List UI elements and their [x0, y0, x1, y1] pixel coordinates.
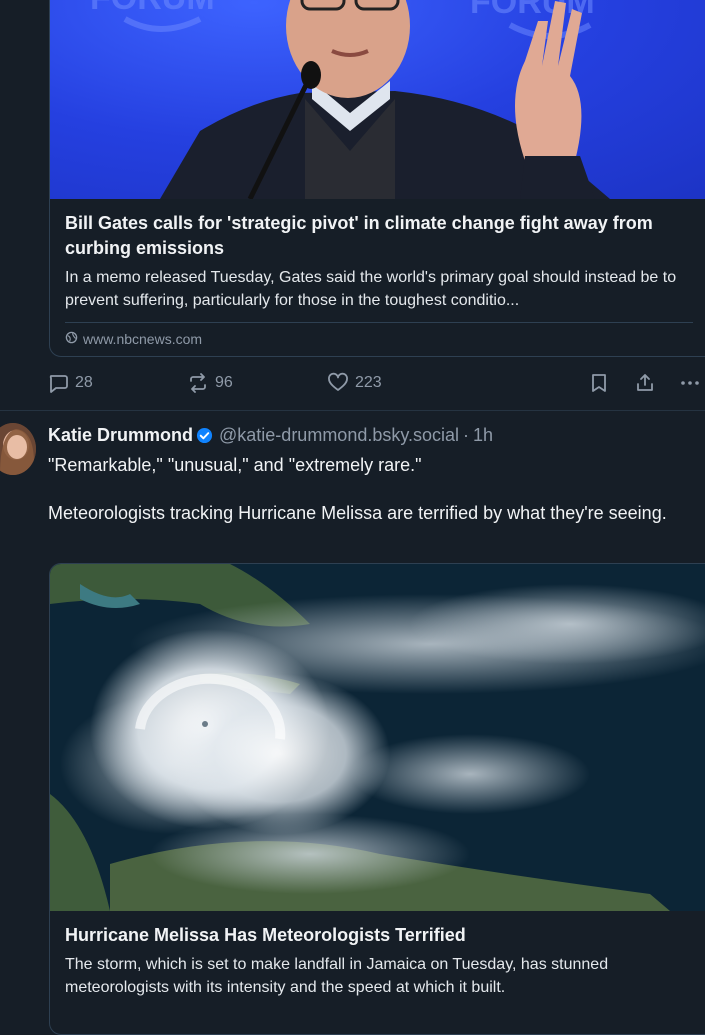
heart-icon	[327, 372, 349, 394]
repost-button[interactable]: 96	[187, 372, 233, 394]
reply-button[interactable]: 28	[47, 372, 93, 394]
more-icon	[679, 372, 701, 394]
share-button[interactable]	[635, 372, 655, 394]
post-header: Katie Drummond @katie-drummond.bsky.soci…	[48, 423, 493, 447]
more-options-button[interactable]	[679, 372, 701, 394]
like-count: 223	[355, 374, 382, 391]
post-timestamp[interactable]: 1h	[473, 425, 493, 446]
repost-count: 96	[215, 374, 233, 391]
reply-count: 28	[75, 374, 93, 391]
avatar[interactable]	[0, 423, 36, 475]
link-card-domain: www.nbcnews.com	[83, 331, 203, 347]
link-card-image	[50, 564, 705, 911]
post-text-line: "Remarkable," "unusual," and "extremely …	[48, 455, 422, 475]
svg-text:FORUM: FORUM	[90, 0, 215, 17]
link-card-nbc[interactable]: FORUM FORUM Bill Gates ca	[49, 0, 705, 357]
repost-icon	[187, 372, 209, 394]
bookmark-button[interactable]	[589, 372, 609, 394]
link-card-domain-row: www.nbcnews.com	[65, 323, 705, 347]
post-separator	[0, 410, 705, 411]
share-icon	[635, 372, 655, 394]
like-button[interactable]: 223	[327, 372, 382, 394]
post-text-line: Meteorologists tracking Hurricane Meliss…	[48, 503, 667, 523]
globe-icon	[65, 331, 78, 347]
link-card-description: In a memo released Tuesday, Gates said t…	[65, 269, 677, 309]
verified-badge-icon	[196, 427, 213, 444]
dot-separator: ·	[463, 424, 470, 445]
bookmark-icon	[589, 372, 609, 394]
post-text: "Remarkable," "unusual," and "extremely …	[48, 453, 698, 525]
post-actions-bar: 28 96 223	[47, 372, 705, 394]
link-card-description: The storm, which is set to make landfall…	[65, 956, 609, 996]
link-card-title: Hurricane Melissa Has Meteorologists Ter…	[65, 925, 466, 945]
link-card-hurricane[interactable]: Hurricane Melissa Has Meteorologists Ter…	[49, 563, 705, 1035]
link-card-title: Bill Gates calls for 'strategic pivot' i…	[65, 213, 653, 258]
author-name[interactable]: Katie Drummond	[48, 425, 193, 446]
author-handle[interactable]: @katie-drummond.bsky.social	[219, 425, 459, 446]
reply-icon	[47, 372, 69, 394]
link-card-image: FORUM FORUM	[50, 0, 705, 199]
